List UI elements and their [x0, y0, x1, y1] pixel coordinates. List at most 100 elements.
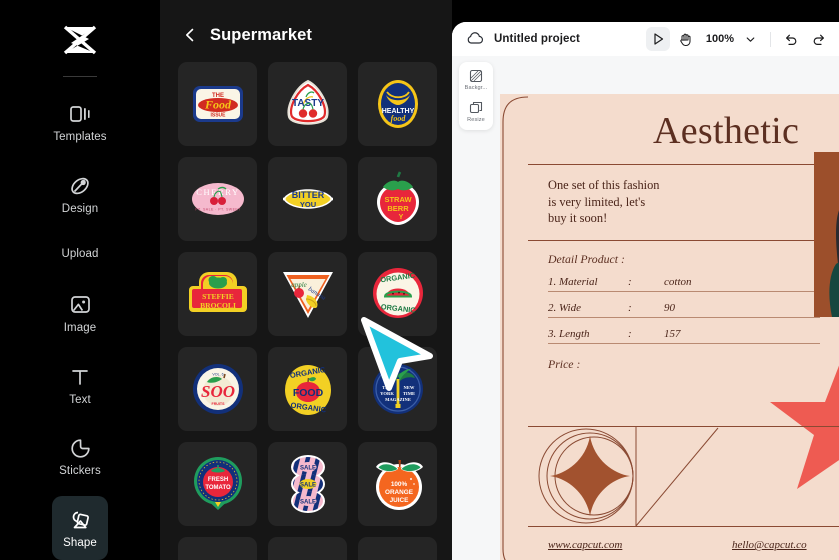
sticker-organic-watermelon[interactable]: ORGANIC ORGANIC [358, 252, 437, 336]
intro-rule [528, 240, 839, 242]
background-tool-label: Backgr... [464, 85, 488, 91]
sticker-strawberry[interactable]: STRAW BERR Y [358, 157, 437, 241]
editor-canvas-area: Backgr... Resize Aesthetic One set of th… [452, 56, 839, 560]
svg-text:BERR: BERR [387, 204, 409, 213]
sticker-partial-empty[interactable] [268, 537, 347, 560]
zoom-level-value[interactable]: 100% [706, 33, 734, 45]
svg-text:SALE: SALE [299, 482, 315, 488]
svg-text:ISSUE: ISSUE [210, 113, 226, 119]
sidebar-item-design[interactable]: Design [52, 162, 108, 226]
model-photo[interactable] [814, 152, 839, 317]
resize-tool-label: Resize [467, 117, 485, 123]
editor-toolbar: Untitled project 100% [452, 22, 839, 56]
title-rule [528, 164, 839, 166]
sticker-steffie-brocoli[interactable]: STEFFIE BROCOLI [178, 252, 257, 336]
svg-text:SALE: SALE [299, 499, 315, 505]
project-name[interactable]: Untitled project [494, 33, 580, 45]
sticker-tasty-cherries[interactable]: TASTY [268, 62, 347, 146]
sticker-sale-stripes[interactable]: SALE SALE SALE [268, 442, 347, 526]
price-label: Price : [548, 357, 581, 371]
hand-tool-button[interactable] [674, 27, 698, 51]
text-t-icon [68, 365, 92, 389]
sticker-icon [68, 436, 92, 460]
cloud-save-icon[interactable] [466, 30, 484, 48]
svg-text:ORANGE: ORANGE [384, 489, 413, 496]
sticker-bitter-you-lemon[interactable]: BITTER YOU [268, 157, 347, 241]
design-pen-icon [68, 174, 92, 198]
spec-colon: : [628, 328, 632, 340]
spec-underline [548, 317, 820, 318]
sidebar-item-label: Stickers [59, 465, 101, 478]
svg-text:BROCOLI: BROCOLI [200, 301, 236, 310]
resize-tool-button[interactable]: Resize [460, 100, 492, 123]
spec-row: 1. Material : cotton [548, 276, 828, 294]
canvas-side-toolbar: Backgr... Resize [459, 62, 493, 130]
sticker-apple-banana-triangle[interactable]: apple banana [268, 252, 347, 336]
concentric-circles-star [538, 426, 719, 526]
sticker-grid: THE Food ISSUE TASTY HEALTHY food CHERRY… [160, 56, 452, 560]
sticker-soo-circle[interactable]: VOL. 6 SOO FRUITS [178, 347, 257, 431]
redo-arrow-icon[interactable] [807, 27, 831, 51]
spec-underline [548, 343, 820, 344]
undo-arrow-icon[interactable] [779, 27, 803, 51]
select-tool-button[interactable] [645, 27, 670, 51]
sidebar-item-label: Image [63, 321, 97, 334]
footer-email[interactable]: hello@capcut.co [732, 539, 807, 551]
svg-text:VOL. 6: VOL. 6 [212, 373, 223, 377]
svg-text:SOO: SOO [200, 382, 234, 401]
sticker-cherry-oval[interactable]: CHERRY PT. SALE · PT. SWEET [178, 157, 257, 241]
deco-rule-bottom [528, 526, 839, 528]
spec-colon: : [628, 276, 632, 288]
chevron-down-icon[interactable] [738, 27, 762, 51]
svg-text:FRUITS: FRUITS [211, 402, 225, 406]
sidebar-item-upload[interactable]: Upload [52, 234, 108, 274]
doc-title: Aesthetic [653, 110, 800, 152]
svg-text:BITTER: BITTER [291, 190, 324, 200]
sticker-orange-juice[interactable]: 100% ORANGE JUICE [358, 442, 437, 526]
svg-text:STRAW: STRAW [384, 195, 412, 204]
svg-text:PT. SALE · PT. SWEET: PT. SALE · PT. SWEET [195, 208, 241, 212]
svg-text:food: food [390, 114, 406, 123]
svg-text:MAGAZINE: MAGAZINE [385, 397, 411, 402]
spec-colon: : [628, 302, 632, 314]
svg-text:SALE: SALE [299, 465, 315, 471]
panel-title: Supermarket [210, 25, 312, 44]
sticker-organic-food-apple[interactable]: ORGANIC FOOD ORGANIC [268, 347, 347, 431]
svg-text:100%: 100% [390, 481, 407, 488]
red-star[interactable] [770, 346, 839, 496]
sidebar-item-text[interactable]: Text [52, 353, 108, 417]
sidebar-item-shape[interactable]: Shape [52, 496, 108, 560]
sidebar-item-image[interactable]: Image [52, 282, 108, 346]
panel-header: Supermarket [160, 0, 452, 56]
spec-row: 2. Wide : 90 [548, 302, 828, 320]
spec-underline [548, 291, 820, 292]
sidebar-item-templates[interactable]: Templates [52, 91, 108, 155]
footer-website[interactable]: www.capcut.com [548, 539, 622, 551]
sticker-partial-yellow-red[interactable] [178, 537, 257, 560]
chevron-left-icon[interactable] [182, 27, 198, 43]
rail-divider [63, 75, 97, 77]
detail-heading: Detail Product : [548, 252, 625, 266]
sticker-partial-red-crown[interactable] [358, 537, 437, 560]
svg-text:JUICE: JUICE [389, 497, 409, 504]
sticker-fresh-tomato[interactable]: FRESH TOMATO [178, 442, 257, 526]
spec-name: 1. Material [548, 276, 598, 288]
sticker-healthy-food-banana[interactable]: HEALTHY food [358, 62, 437, 146]
sticker-ny-time-magazine[interactable]: THE NEW YORK TIME MAGAZINE [358, 347, 437, 431]
design-canvas[interactable]: Aesthetic One set of this fashion is ver… [500, 94, 839, 560]
toolbar-separator [770, 31, 771, 47]
sticker-the-food-issue[interactable]: THE Food ISSUE [178, 62, 257, 146]
svg-text:FRESH: FRESH [207, 477, 227, 483]
background-checker-icon [469, 68, 484, 83]
left-nav-rail: Templates Design Upload Image Text Stick… [0, 0, 160, 560]
svg-text:YOU: YOU [299, 200, 315, 209]
svg-text:Y: Y [398, 214, 403, 221]
resize-square-icon [469, 100, 484, 115]
spec-value: cotton [664, 276, 692, 288]
sidebar-item-label: Text [69, 393, 91, 406]
sidebar-item-stickers[interactable]: Stickers [52, 425, 108, 489]
capcut-logo-icon[interactable] [53, 18, 107, 62]
sidebar-item-label: Shape [63, 536, 97, 549]
background-tool-button[interactable]: Backgr... [460, 68, 492, 91]
sidebar-item-label: Upload [61, 247, 99, 260]
